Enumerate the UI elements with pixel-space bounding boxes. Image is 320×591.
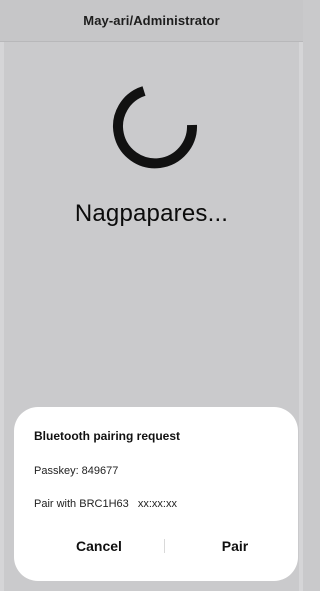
progress-spinner-icon bbox=[100, 70, 210, 180]
spinner-arc bbox=[113, 86, 198, 169]
page-title: May-ari/Administrator bbox=[83, 13, 220, 28]
cancel-button[interactable]: Cancel bbox=[56, 534, 142, 558]
pair-with-text: Pair with BRC1H63 xx:xx:xx bbox=[34, 498, 177, 510]
dialog-actions: Cancel Pair bbox=[14, 534, 298, 558]
right-edge bbox=[299, 0, 303, 591]
top-bar: May-ari/Administrator bbox=[0, 0, 303, 42]
device-address: xx:xx:xx bbox=[137, 498, 177, 510]
pair-with-label: Pair with BRC1H63 bbox=[34, 498, 129, 510]
dialog-title: Bluetooth pairing request bbox=[34, 429, 181, 443]
pairing-status-text: Nagpapares... bbox=[74, 200, 229, 227]
bluetooth-pairing-dialog: Bluetooth pairing request Passkey: 84967… bbox=[14, 407, 298, 581]
pairing-screen: May-ari/Administrator Nagpapares... Blue… bbox=[0, 0, 303, 591]
progress-spinner-svg bbox=[113, 86, 198, 169]
passkey-text: Passkey: 849677 bbox=[34, 465, 119, 477]
pair-button[interactable]: Pair bbox=[198, 534, 272, 558]
left-edge bbox=[0, 0, 4, 591]
button-divider bbox=[164, 539, 165, 553]
